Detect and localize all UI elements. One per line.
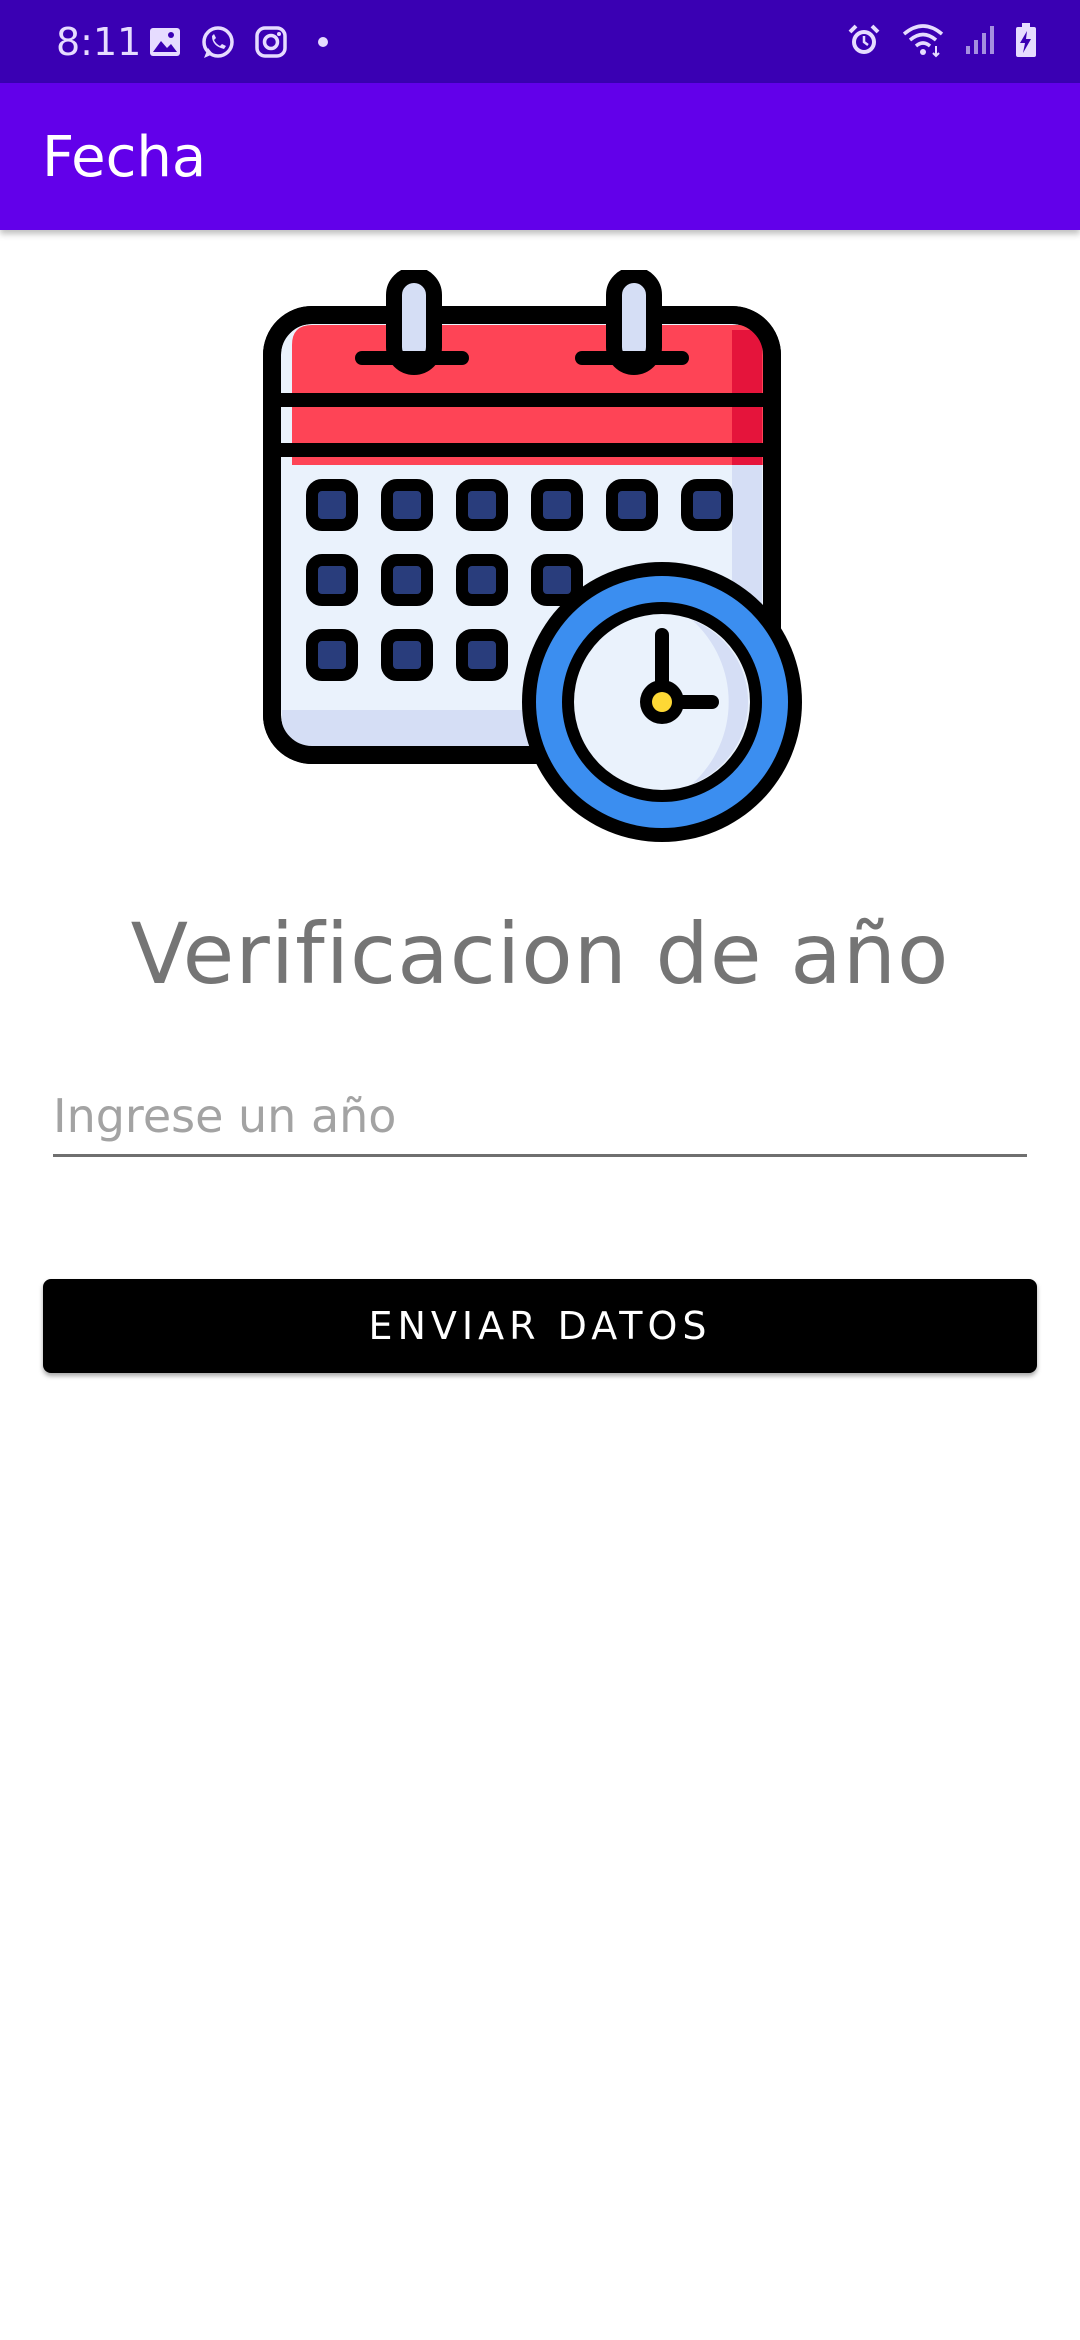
- page-title: Verificacion de año: [130, 905, 950, 1003]
- submit-button[interactable]: ENVIAR DATOS: [43, 1279, 1037, 1373]
- instagram-icon: [254, 25, 288, 59]
- status-right-icons: [846, 22, 1038, 58]
- status-left-icons: [148, 24, 340, 60]
- dot-icon: [306, 25, 340, 59]
- wifi-icon: [902, 22, 944, 58]
- status-bar: 8:11: [0, 0, 1080, 83]
- screen: 8:11 Fecha Verificacion de año Ingrese u…: [0, 0, 1080, 2340]
- gallery-icon: [148, 26, 182, 58]
- app-bar: Fecha: [0, 83, 1080, 230]
- battery-icon: [1014, 22, 1038, 58]
- whatsapp-icon: [200, 24, 236, 60]
- status-time: 8:11: [56, 20, 142, 64]
- year-input[interactable]: [53, 1078, 1027, 1157]
- app-title: Fecha: [42, 125, 207, 190]
- calendar-clock-icon: [262, 267, 818, 856]
- signal-icon: [964, 24, 994, 56]
- alarm-icon: [846, 22, 882, 58]
